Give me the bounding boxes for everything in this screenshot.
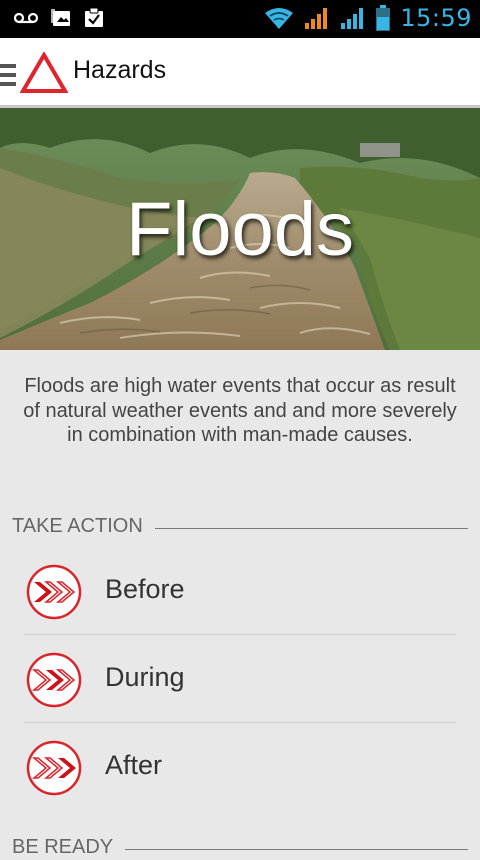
- action-after-label: After: [105, 750, 163, 780]
- wifi-icon: [264, 7, 294, 29]
- clock: 15:59: [400, 4, 472, 32]
- page-title: Hazards: [73, 56, 167, 84]
- battery-icon: [376, 5, 391, 31]
- signal-blue-icon: [340, 7, 366, 29]
- section-be-ready-label: BE READY: [12, 836, 126, 859]
- hero-title: Floods: [125, 187, 355, 272]
- during-chevrons-icon: [26, 652, 82, 708]
- section-take-action: TAKE ACTION: [12, 515, 468, 539]
- hazard-triangle-icon[interactable]: [19, 51, 69, 98]
- action-before-label: Before: [105, 574, 185, 604]
- action-before[interactable]: Before: [24, 547, 456, 635]
- signal-orange-icon: [304, 7, 330, 29]
- action-during[interactable]: During: [24, 635, 456, 723]
- image-icon: [50, 8, 72, 28]
- voicemail-icon: [14, 11, 38, 25]
- hero-banner: Floods: [0, 108, 480, 350]
- status-bar: 15:59: [0, 0, 480, 38]
- after-chevrons-icon: [26, 740, 82, 796]
- section-take-action-label: TAKE ACTION: [12, 515, 155, 538]
- action-bar: Hazards: [0, 38, 480, 108]
- section-be-ready: BE READY: [12, 836, 468, 860]
- action-after[interactable]: After: [24, 723, 456, 811]
- drawer-menu-icon[interactable]: [0, 64, 16, 90]
- clipboard-check-icon: [84, 8, 104, 28]
- action-during-label: During: [105, 662, 185, 692]
- hazard-description: Floods are high water events that occur …: [23, 375, 457, 446]
- before-chevrons-icon: [26, 564, 82, 620]
